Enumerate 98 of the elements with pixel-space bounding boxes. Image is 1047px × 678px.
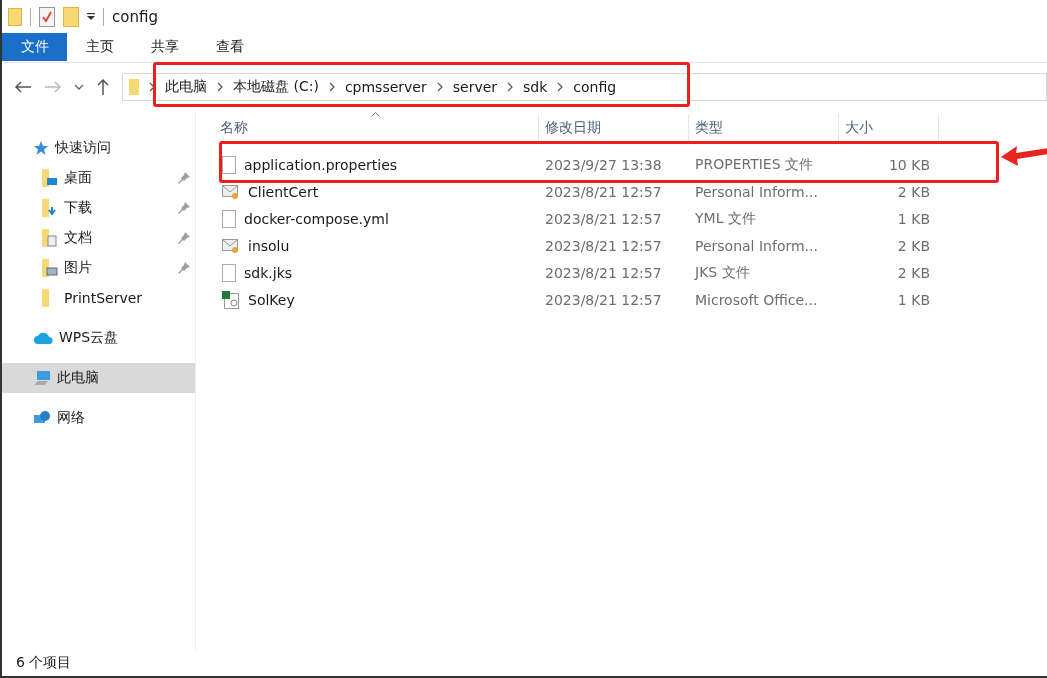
- column-header[interactable]: 类型: [689, 114, 839, 142]
- chevron-right-icon[interactable]: [149, 82, 155, 92]
- column-header[interactable]: 名称: [196, 114, 539, 142]
- network-icon: [33, 410, 51, 426]
- annotation-arrow: [1001, 144, 1047, 166]
- column-header[interactable]: 大小: [839, 114, 939, 142]
- sidebar-label: 下载: [64, 199, 92, 217]
- size-cell-text: 2 KB: [896, 237, 931, 254]
- file-name: application.properties: [244, 156, 398, 173]
- file-name: insolu: [248, 237, 290, 254]
- sidebar-item[interactable]: 此电脑: [2, 363, 195, 393]
- size-cell-text: 2 KB: [896, 264, 931, 281]
- file-row[interactable]: application.properties 2023/9/27 13:38 PROPERTIES 文件 10 KB: [196, 151, 1047, 178]
- pin-icon[interactable]: [178, 232, 190, 244]
- pin-icon[interactable]: [178, 172, 190, 184]
- properties-icon[interactable]: [39, 6, 55, 27]
- size-cell-text: 1 KB: [896, 210, 931, 227]
- folder-icon: [42, 229, 58, 247]
- breadcrumb-item[interactable]: sdk: [523, 79, 548, 95]
- sidebar-item[interactable]: 图片: [2, 253, 195, 283]
- sidebar-label: 快速访问: [55, 139, 111, 157]
- folder-icon: [42, 199, 58, 217]
- sidebar-label: 此电脑: [57, 369, 99, 387]
- date-cell-text: 2023/8/21 12:57: [544, 237, 663, 254]
- sidebar-label: 图片: [64, 259, 92, 277]
- chevron-right-icon[interactable]: [507, 82, 514, 92]
- sidebar-item[interactable]: PrintServer: [2, 283, 195, 313]
- sort-caret-icon: [371, 112, 380, 117]
- file-icon: [222, 263, 236, 282]
- type-cell-text: PROPERTIES 文件: [694, 155, 815, 174]
- date-cell-text: 2023/8/21 12:57: [544, 264, 663, 281]
- file-name: SolKey: [248, 291, 295, 308]
- file-row[interactable]: docker-compose.yml 2023/8/21 12:57 YML 文件 1 KB: [196, 205, 1047, 232]
- file-row[interactable]: sdk.jks 2023/8/21 12:57 JKS 文件 2 KB: [196, 259, 1047, 286]
- type-cell-text: Personal Inform...: [694, 183, 819, 200]
- chevron-down-icon[interactable]: [74, 84, 84, 90]
- type-cell-text: JKS 文件: [693, 263, 751, 282]
- ribbon-tab[interactable]: 主页: [67, 33, 132, 61]
- sidebar-label: 网络: [57, 409, 85, 427]
- sidebar-item[interactable]: 桌面: [2, 163, 195, 193]
- file-row[interactable]: insolu 2023/8/21 12:57 Personal Inform... 2 KB: [196, 232, 1047, 259]
- computer-icon: [33, 370, 51, 386]
- date-cell-text: 2023/8/21 12:57: [544, 291, 663, 308]
- star-icon: [33, 140, 49, 156]
- type-cell-text: Microsoft Office...: [694, 291, 819, 308]
- certificate-icon: [222, 236, 240, 255]
- file-row[interactable]: SolKey 2023/8/21 12:57 Microsoft Office... 1 KB: [196, 286, 1047, 313]
- chevron-right-icon[interactable]: [217, 82, 223, 92]
- chevron-right-icon[interactable]: [557, 82, 564, 92]
- sidebar-item[interactable]: WPS云盘: [2, 323, 195, 353]
- chevron-right-icon[interactable]: [436, 82, 443, 92]
- chevron-right-icon[interactable]: [328, 82, 335, 92]
- sidebar-item[interactable]: 下载: [2, 193, 195, 223]
- folder-icon: [42, 289, 49, 307]
- ribbon-tab[interactable]: 查看: [197, 33, 262, 61]
- address-field[interactable]: 此电脑 本地磁盘 (C:) cpmsserver server sdk config: [122, 73, 1047, 101]
- folder-icon: [42, 169, 58, 187]
- ribbon-tab[interactable]: 共享: [132, 33, 197, 61]
- size-cell-text: 1 KB: [896, 291, 931, 308]
- size-cell-text: 2 KB: [896, 183, 931, 200]
- file-name: sdk.jks: [244, 264, 293, 281]
- breadcrumb-item[interactable]: server: [452, 79, 498, 95]
- date-cell-text: 2023/9/27 13:38: [544, 156, 663, 173]
- pin-icon[interactable]: [178, 202, 190, 214]
- window-title: config: [112, 7, 158, 26]
- type-cell-text: YML 文件: [694, 209, 757, 228]
- date-cell-text: 2023/8/21 12:57: [544, 183, 663, 200]
- breadcrumb-item[interactable]: cpmsserver: [344, 79, 427, 95]
- file-name: docker-compose.yml: [244, 210, 389, 227]
- sidebar-label: PrintServer: [64, 290, 143, 306]
- size-cell-text: 10 KB: [887, 156, 931, 173]
- sidebar-item[interactable]: 网络: [2, 403, 195, 433]
- breadcrumb-item[interactable]: config: [573, 79, 617, 95]
- file-row[interactable]: ClientCert 2023/8/21 12:57 Personal Inform... 2 KB: [196, 178, 1047, 205]
- date-cell-text: 2023/8/21 12:57: [544, 210, 663, 227]
- sidebar-label: WPS云盘: [59, 329, 119, 347]
- back-arrow-icon[interactable]: [14, 80, 32, 94]
- column-header[interactable]: 修改日期: [539, 114, 689, 142]
- sidebar-label: 桌面: [64, 169, 92, 187]
- folder-icon: [42, 259, 58, 277]
- dropdown-icon[interactable]: [87, 12, 95, 21]
- breadcrumb-item[interactable]: 此电脑: [165, 78, 207, 96]
- file-icon: [222, 155, 236, 174]
- spreadsheet-icon: [222, 290, 240, 309]
- folder-icon: [129, 79, 139, 95]
- type-cell-text: Personal Inform...: [694, 237, 819, 254]
- pin-icon[interactable]: [178, 262, 190, 274]
- certificate-icon: [222, 182, 240, 201]
- sidebar-label: 文档: [64, 229, 92, 247]
- file-name: ClientCert: [248, 183, 319, 200]
- sidebar-item[interactable]: 快速访问: [2, 133, 195, 163]
- cloud-icon: [33, 331, 53, 345]
- file-icon: [222, 209, 236, 228]
- up-arrow-icon[interactable]: [96, 78, 110, 96]
- breadcrumb-item[interactable]: 本地磁盘 (C:): [233, 78, 319, 96]
- item-count: 6 个项目: [16, 654, 72, 672]
- sidebar-item[interactable]: 文档: [2, 223, 195, 253]
- ribbon-tab[interactable]: 文件: [2, 33, 67, 61]
